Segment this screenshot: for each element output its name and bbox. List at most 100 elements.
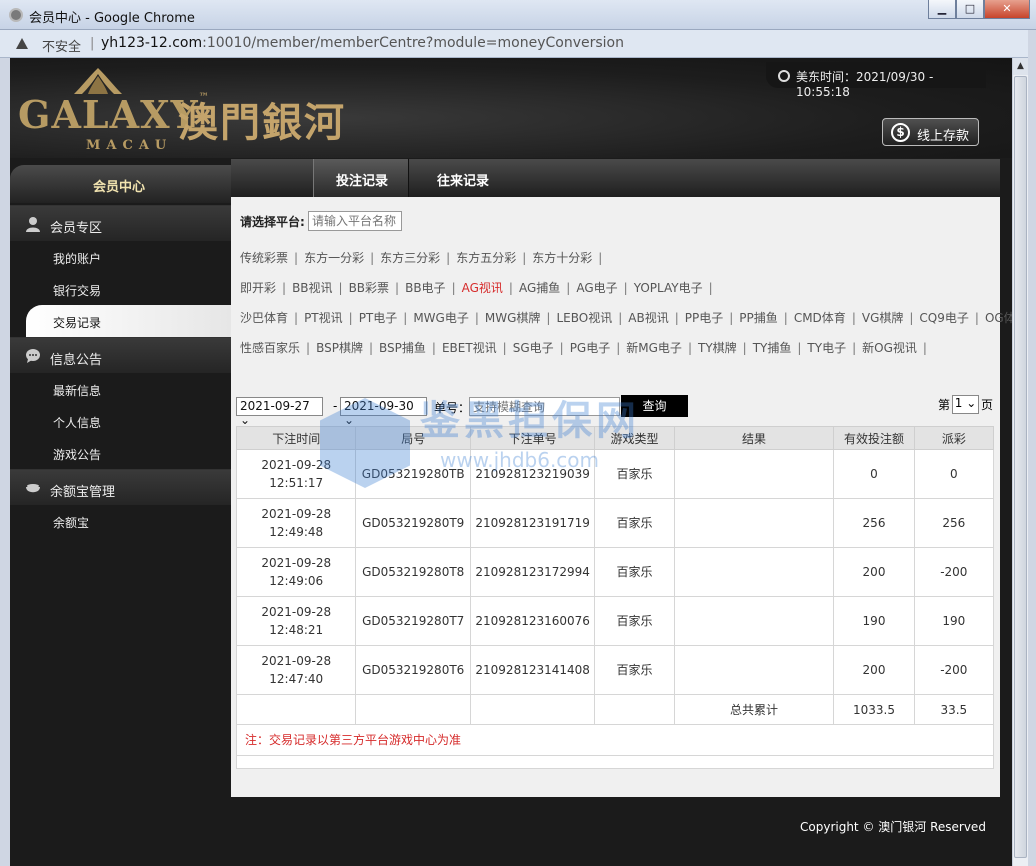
not-secure-label[interactable]: 不安全: [42, 36, 81, 55]
platform-item[interactable]: AB视讯: [628, 311, 668, 325]
platform-item[interactable]: AG视讯: [462, 281, 503, 295]
tab-bet-records[interactable]: 投注记录: [313, 159, 409, 197]
sidebar-section-member[interactable]: 会员专区: [10, 205, 232, 241]
bet-time: 2021-09-28 12:47:40: [235, 645, 357, 695]
platform-item[interactable]: 东方三分彩: [380, 251, 440, 265]
start-date-select[interactable]: 2021-09-27 ⌄: [236, 397, 323, 427]
platform-item[interactable]: 东方十分彩: [532, 251, 592, 265]
valid-bet: 256: [833, 498, 915, 548]
platform-item[interactable]: PT电子: [359, 311, 398, 325]
payout: -200: [913, 645, 995, 695]
platform-item[interactable]: YOPLAY电子: [634, 281, 703, 295]
platform-item[interactable]: PT视讯: [304, 311, 343, 325]
platform-item[interactable]: PP捕鱼: [739, 311, 777, 325]
bet-clock: 12:49:48: [269, 525, 324, 539]
platform-item[interactable]: MWG棋牌: [485, 311, 541, 325]
sidebar-item-trade-records[interactable]: 交易记录: [26, 305, 232, 337]
platform-item[interactable]: LEBO视讯: [556, 311, 612, 325]
platform-item[interactable]: EBET视讯: [442, 341, 497, 355]
platform-item[interactable]: AG捕鱼: [519, 281, 560, 295]
page-scrollbar[interactable]: ▲: [1012, 58, 1028, 866]
sidebar-item-latest[interactable]: 最新信息: [10, 373, 232, 405]
platform-item[interactable]: 即开彩: [240, 281, 276, 295]
table-row: 2021-09-28 12:47:40 GD053219280T6 210928123…: [235, 645, 995, 695]
sidebar-item-account[interactable]: 我的账户: [10, 241, 232, 273]
sidebar-item-game-notice[interactable]: 游戏公告: [10, 437, 232, 469]
platform-item[interactable]: BSP棋牌: [316, 341, 363, 355]
page-select[interactable]: 1 ⌄: [952, 395, 979, 414]
platform-item[interactable]: OG体育: [985, 311, 1012, 325]
game-type: 百家乐: [594, 498, 675, 548]
query-button[interactable]: 查询: [621, 395, 688, 417]
platform-item[interactable]: MWG电子: [413, 311, 469, 325]
platform-search-input[interactable]: [308, 211, 402, 231]
table-blank-row: [236, 755, 994, 769]
online-deposit-button[interactable]: $ 线上存款: [882, 118, 979, 146]
sidebar-item-personal[interactable]: 个人信息: [10, 405, 232, 437]
platform-divider: |: [797, 341, 802, 355]
order-id: 210928123219039: [469, 449, 596, 499]
col-payout: 派彩: [913, 426, 995, 450]
bet-clock: 12:48:21: [269, 623, 324, 637]
platform-divider: |: [508, 281, 513, 295]
platform-item[interactable]: PG电子: [570, 341, 611, 355]
platform-divider: |: [687, 341, 692, 355]
platform-divider: |: [502, 341, 507, 355]
platform-item[interactable]: 新MG电子: [626, 341, 682, 355]
platform-item[interactable]: BB电子: [405, 281, 445, 295]
order-search-input[interactable]: [469, 397, 620, 416]
sidebar-item-bank[interactable]: 银行交易: [10, 273, 232, 305]
platform-item[interactable]: 沙巴体育: [240, 311, 288, 325]
platform-item[interactable]: 东方一分彩: [304, 251, 364, 265]
close-button[interactable]: ✕: [984, 0, 1030, 19]
platform-item[interactable]: BB视讯: [292, 281, 332, 295]
sidebar-section-member-label: 会员专区: [50, 221, 103, 236]
url-text[interactable]: yh123-12.com:10010/member/memberCentre?m…: [101, 35, 624, 51]
platform-divider: |: [909, 311, 914, 325]
minimize-button[interactable]: ▁: [928, 0, 956, 19]
page-viewport: GALAXY™ 澳門銀河 MACAU 美东时间：2021/09/30 - 10:…: [10, 58, 1012, 866]
total-empty: [235, 694, 357, 725]
chevron-down-icon: ⌄: [240, 413, 251, 427]
platform-item[interactable]: SG电子: [513, 341, 554, 355]
member-center-tab[interactable]: 会员中心: [10, 159, 286, 203]
platform-item[interactable]: TY电子: [807, 341, 846, 355]
platform-item[interactable]: 新OG视讯: [862, 341, 917, 355]
platform-item[interactable]: 性感百家乐: [240, 341, 300, 355]
sidebar-section-notice[interactable]: 信息公告: [10, 337, 232, 373]
clock-label: 美东时间：2021/09/30 - 10:55:18: [796, 70, 934, 99]
window-controls: ▁ □ ✕: [928, 0, 1030, 20]
maximize-button[interactable]: □: [956, 0, 984, 19]
platform-item[interactable]: TY棋牌: [698, 341, 737, 355]
tab-history-records[interactable]: 往来记录: [427, 159, 517, 197]
total-empty: [355, 694, 471, 725]
message-icon: [26, 349, 40, 363]
result: [673, 547, 835, 597]
platform-item[interactable]: VG棋牌: [862, 311, 904, 325]
address-bar[interactable]: 不安全 | yh123-12.com:10010/member/memberCe…: [0, 30, 1036, 58]
sidebar-item-yuebao[interactable]: 余额宝: [10, 505, 232, 537]
valid-bet: 0: [833, 449, 915, 499]
galaxy-logo[interactable]: GALAXY™ 澳門銀河 MACAU: [18, 66, 358, 154]
order-label: 单号：: [434, 401, 471, 415]
platform-item[interactable]: BSP捕鱼: [379, 341, 426, 355]
sidebar-section-yuebao[interactable]: 余额宝管理: [10, 469, 232, 505]
platform-item[interactable]: CMD体育: [794, 311, 846, 325]
platform-item[interactable]: PP电子: [685, 311, 723, 325]
platform-item[interactable]: 传统彩票: [240, 251, 288, 265]
platform-divider: |: [395, 281, 400, 295]
platform-divider: |: [783, 311, 788, 325]
sidebar-section-yuebao-label: 余额宝管理: [50, 485, 116, 500]
platform-list: 传统彩票 | 东方一分彩 | 东方三分彩 | 东方五分彩 | 东方十分彩 | 即开彩 | BB视讯 | BB…: [240, 243, 1012, 363]
platform-item[interactable]: CQ9电子: [919, 311, 968, 325]
scroll-up-icon[interactable]: ▲: [1013, 58, 1028, 75]
platform-item[interactable]: 东方五分彩: [456, 251, 516, 265]
platform-item[interactable]: BB彩票: [349, 281, 389, 295]
result: [673, 596, 835, 646]
scroll-thumb[interactable]: [1014, 76, 1027, 858]
end-date-select[interactable]: 2021-09-30 ⌄: [340, 397, 427, 427]
col-result: 结果: [673, 426, 835, 450]
platform-label: 请选择平台:: [240, 215, 305, 229]
platform-item[interactable]: TY捕鱼: [753, 341, 792, 355]
platform-item[interactable]: AG电子: [576, 281, 617, 295]
